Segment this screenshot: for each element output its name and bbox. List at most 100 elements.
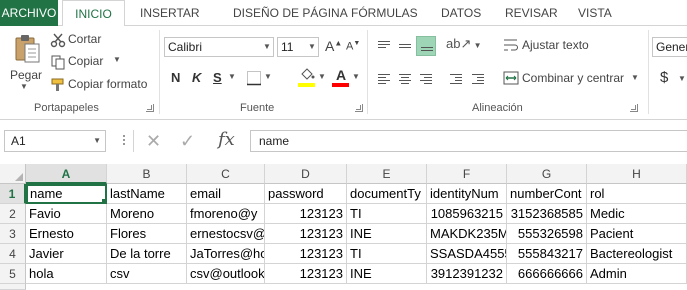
underline-button[interactable]: S [213,68,222,88]
row-header-5[interactable]: 5 [0,264,26,284]
cell-a4[interactable]: Javier [26,244,107,264]
font-size-select[interactable]: 11 ▼ [277,37,319,57]
align-center-button[interactable] [395,69,415,89]
wrap-text-button[interactable]: Ajustar texto [522,38,589,52]
row-header-3[interactable]: 3 [0,224,26,244]
cell-g3[interactable]: 555326598 [507,224,587,244]
cell-g2[interactable]: 3152368585 [507,204,587,224]
align-middle-button[interactable] [395,36,415,56]
cell-g1[interactable]: numberCont [507,184,587,204]
cell-d3[interactable]: 123123 [265,224,347,244]
align-right-button[interactable] [416,69,436,89]
cell-f1[interactable]: identityNum [427,184,507,204]
orientation-button[interactable]: ab↗ ▼ [446,36,482,52]
column-header-d[interactable]: D [265,164,347,184]
tab-insertar[interactable]: INSERTAR [140,0,200,26]
chevron-down-icon[interactable]: ▼ [113,55,121,64]
cell-c4[interactable]: JaTorres@ho [187,244,265,264]
tab-diseno-de-pagina[interactable]: DISEÑO DE PÁGINA [233,0,348,26]
cell-c5[interactable]: csv@outlook [187,264,265,284]
formula-input[interactable]: name [250,130,687,152]
chevron-down-icon[interactable]: ▼ [228,72,236,81]
row-header-2[interactable]: 2 [0,204,26,224]
cell-e4[interactable]: TI [347,244,427,264]
insert-function-button[interactable]: fx [218,129,235,150]
tab-formulas[interactable]: FÓRMULAS [351,0,418,26]
clipboard-dialog-launcher-icon[interactable] [146,104,154,112]
cell-h5[interactable]: Admin [587,264,687,284]
shrink-font-button[interactable]: A▼ [346,40,360,53]
chevron-down-icon[interactable]: ▼ [631,73,639,82]
cell-c2[interactable]: fmoreno@y [187,204,265,224]
cell-f2[interactable]: 1085963215 [427,204,507,224]
cell-f4[interactable]: SSASDA4555 [427,244,507,264]
cell-c3[interactable]: ernestocsv@ [187,224,265,244]
row-header-6[interactable] [0,284,26,290]
column-header-c[interactable]: C [187,164,265,184]
cell-a3[interactable]: Ernesto [26,224,107,244]
cell-b1[interactable]: lastName [107,184,187,204]
chevron-down-icon[interactable]: ▼ [352,72,360,81]
cell-b5[interactable]: csv [107,264,187,284]
cell-b2[interactable]: Moreno [107,204,187,224]
cell-f5[interactable]: 3912391232 [427,264,507,284]
chevron-down-icon[interactable]: ▼ [678,74,686,83]
chevron-down-icon[interactable]: ▼ [318,72,326,81]
cell-b4[interactable]: De la torre [107,244,187,264]
row-header-4[interactable]: 4 [0,244,26,264]
select-all-button[interactable] [0,164,26,184]
copy-button[interactable]: Copiar [68,54,103,68]
column-header-f[interactable]: F [427,164,507,184]
cell-d2[interactable]: 123123 [265,204,347,224]
cell-e1[interactable]: documentTy [347,184,427,204]
increase-indent-button[interactable] [468,69,488,89]
cut-button[interactable]: Cortar [68,32,101,46]
cell-f3[interactable]: MAKDK235M [427,224,507,244]
number-format-select[interactable]: Gener [652,37,687,57]
currency-format-button[interactable]: $ [660,69,668,86]
cell-e2[interactable]: TI [347,204,427,224]
format-painter-button[interactable]: Copiar formato [68,77,147,91]
borders-icon[interactable] [246,70,262,86]
cell-e5[interactable]: INE [347,264,427,284]
chevron-down-icon[interactable]: ▼ [264,72,272,81]
cell-h2[interactable]: Medic [587,204,687,224]
paste-button[interactable]: Pegar ▼ [4,28,46,96]
enter-check-icon[interactable]: ✓ [180,132,195,150]
cell-a2[interactable]: Favio [26,204,107,224]
column-header-e[interactable]: E [347,164,427,184]
cell-g5[interactable]: 666666666 [507,264,587,284]
tab-revisar[interactable]: REVISAR [505,0,558,26]
tab-archivo[interactable]: ARCHIVO [0,0,58,26]
cell-d1[interactable]: password [265,184,347,204]
bold-button[interactable]: N [171,68,180,88]
align-bottom-button[interactable] [416,36,436,56]
grow-font-button[interactable]: A▲ [325,38,342,54]
font-color-button[interactable]: A [332,68,350,88]
tab-vista[interactable]: VISTA [578,0,612,26]
cell-d5[interactable]: 123123 [265,264,347,284]
align-top-button[interactable] [374,36,394,56]
merge-center-button[interactable]: Combinar y centrar [522,71,624,85]
align-left-button[interactable] [374,69,394,89]
column-header-b[interactable]: B [107,164,187,184]
cell-h4[interactable]: Bactereologist [587,244,687,264]
font-family-select[interactable]: Calibri ▼ [164,37,274,57]
cell-d4[interactable]: 123123 [265,244,347,264]
decrease-indent-button[interactable] [446,69,466,89]
tab-datos[interactable]: DATOS [441,0,481,26]
column-header-a[interactable]: A [26,164,107,184]
fill-color-button[interactable] [298,68,316,88]
italic-button[interactable]: K [192,68,201,88]
row-header-1[interactable]: 1 [0,184,26,204]
cell-c1[interactable]: email [187,184,265,204]
font-dialog-launcher-icon[interactable] [355,104,363,112]
column-header-g[interactable]: G [507,164,587,184]
cell-h1[interactable]: rol [587,184,687,204]
alignment-dialog-launcher-icon[interactable] [630,104,638,112]
name-box[interactable]: A1 ▼ [4,130,106,152]
cell-h3[interactable]: Pacient [587,224,687,244]
cell-e3[interactable]: INE [347,224,427,244]
formula-bar-resize-handle[interactable] [123,135,126,147]
tab-inicio[interactable]: INICIO [62,0,125,27]
